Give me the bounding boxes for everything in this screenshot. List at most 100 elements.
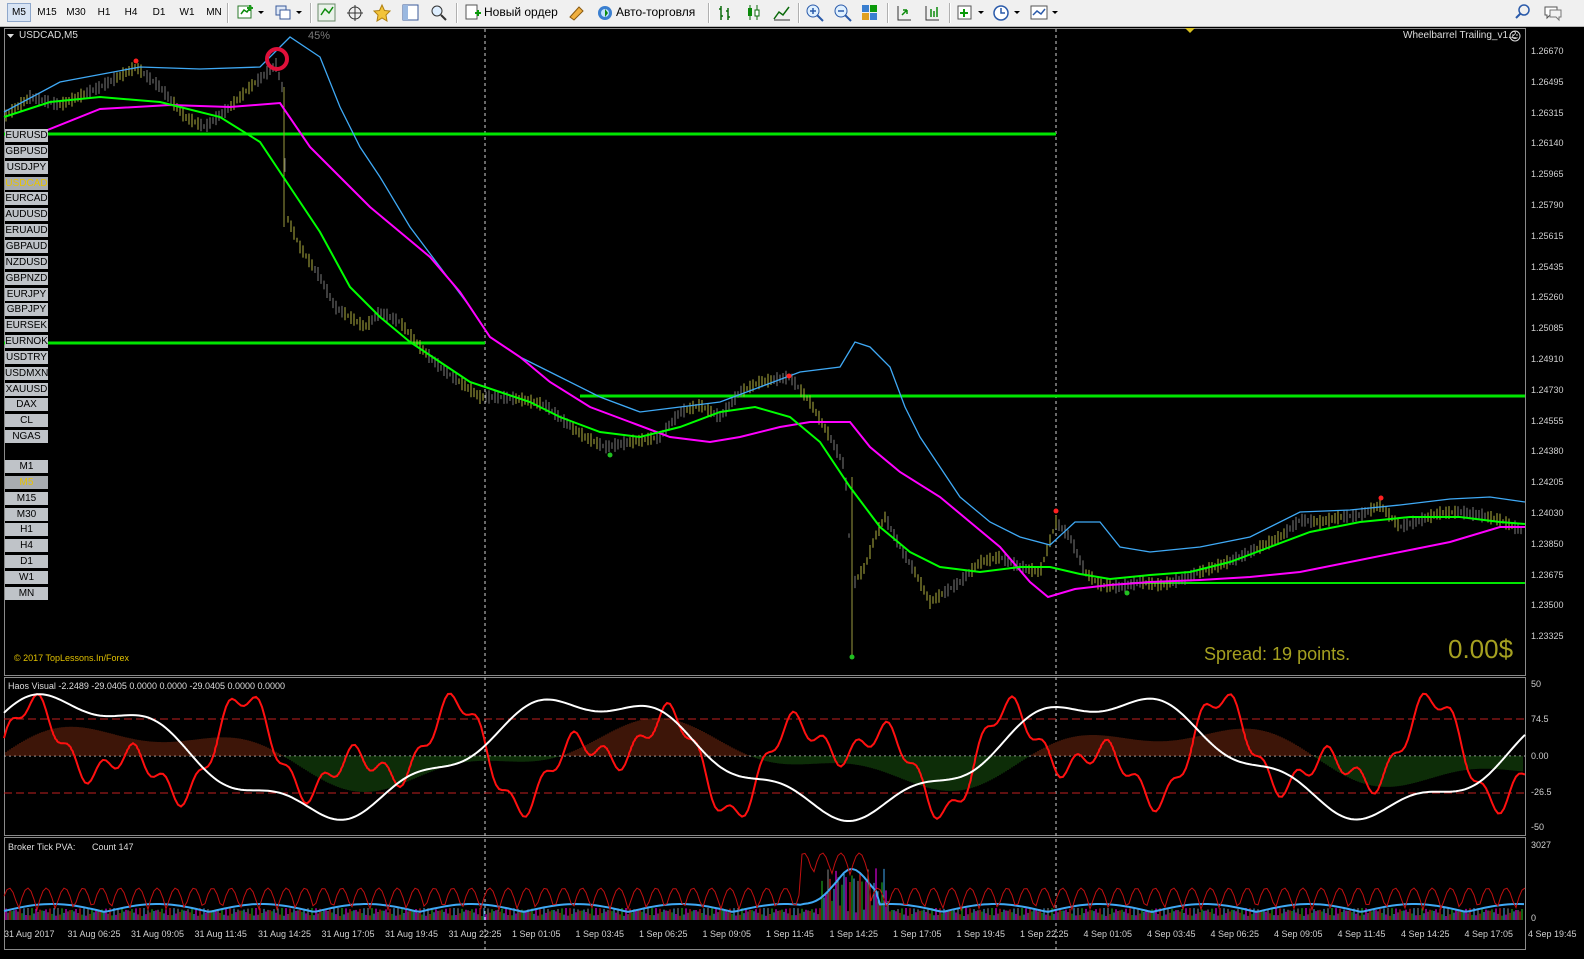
symbol-button-nzdusd[interactable]: NZDUSD [5,255,48,269]
oscillator-tick-label: -50 [1531,822,1545,832]
fractal-dot [786,373,792,379]
zoom-in-icon[interactable] [805,3,825,22]
symbol-button-audusd[interactable]: AUDUSD [5,208,48,222]
bar-chart-icon[interactable] [716,3,736,22]
channel-line [3,36,1526,553]
new-order-button[interactable]: Новый ордер [484,4,558,21]
toolbar-timeframe-mn[interactable]: MN [203,4,225,21]
indicators-icon[interactable] [956,3,986,22]
time-tick-label: 4 Sep 01:05 [1083,929,1133,939]
chart-menu-triangle-icon[interactable] [6,31,16,41]
profit-text: 0.00$ [1448,634,1514,664]
new-order-icon[interactable] [463,3,483,22]
oscillator-label: Haos Visual -2.2489 -29.0405 0.0000 0.00… [8,681,286,691]
price-tick-label: 1.25615 [1531,230,1564,241]
price-chart-canvas[interactable] [0,27,1584,959]
volume-count: Count 147 [92,842,134,852]
symbol-button-eursek[interactable]: EURSEK [5,319,48,333]
templates-icon[interactable] [1029,3,1059,22]
time-tick-label: 4 Sep 19:45 [1528,929,1577,939]
timeframe-button-w1[interactable]: W1 [5,570,48,584]
symbol-button-gbpusd[interactable]: GBPUSD [5,144,48,158]
symbol-button-usdtry[interactable]: USDTRY [5,350,48,364]
toolbar-timeframe-w1[interactable]: W1 [177,4,197,21]
chart-window[interactable]: USDCAD,M5 45% Wheelbarrel Trailing_v1.2 … [0,27,1584,959]
volume-tick-label: 3027 [1531,840,1552,850]
timeframe-button-h4[interactable]: H4 [5,539,48,553]
spread-text: Spread: 19 points. [1204,644,1351,664]
toolbar-separator [310,3,312,23]
symbol-button-eruaud[interactable]: ERUAUD [5,224,48,238]
price-tick-label: 1.25965 [1531,169,1564,180]
favorites-icon[interactable] [372,3,392,22]
symbol-button-usdjpy[interactable]: USDJPY [5,160,48,174]
main-toolbar: M5 M15 M30 H1 H4 D1 W1 MN Новый ордер Авто-торг… [0,0,1584,27]
price-tick-label: 1.24030 [1531,508,1564,518]
toolbar-timeframe-h1[interactable]: H1 [94,4,114,21]
symbol-button-usdmxn[interactable]: USDMXN [5,366,48,380]
candlestick-chart-icon[interactable] [744,3,764,22]
symbol-button-gbpnzd[interactable]: GBPNZD [5,271,48,285]
toolbar-separator [798,3,800,23]
progress-percent: 45% [308,30,331,42]
auto-scroll-icon[interactable] [922,3,942,22]
chart-shift-icon[interactable] [894,3,914,22]
symbol-button-eurcad[interactable]: EURCAD [5,192,48,206]
price-tick-label: 1.24380 [1531,446,1564,457]
copyright-text: © 2017 TopLessons.In/Forex [14,653,130,663]
tile-windows-icon[interactable] [860,3,880,22]
timeframe-button-m1[interactable]: M1 [5,460,48,473]
toolbar-timeframe-m30[interactable]: M30 [62,4,90,21]
toolbar-timeframe-m5[interactable]: M5 [7,3,31,22]
expert-advisor-label: Wheelbarrel Trailing_v1.2 [1403,30,1517,41]
toolbar-timeframe-m15[interactable]: M15 [34,4,60,21]
fractal-dot [133,58,139,64]
toolbar-separator [949,3,951,23]
toolbar-separator [456,3,458,23]
price-tick-label: 1.23850 [1531,538,1564,549]
symbol-button-xauusd[interactable]: XAUUSD [5,382,48,396]
symbol-button-ngas[interactable]: NGAS [5,430,48,444]
time-tick-label: 31 Aug 11:45 [194,929,247,939]
time-tick-label: 31 Aug 06:25 [67,929,121,939]
timeframe-button-m30[interactable]: M30 [5,507,48,521]
price-tick-label: 1.24205 [1531,477,1564,488]
symbol-button-eurusd[interactable]: EURUSD [5,129,48,142]
time-tick-label: 1 Sep 09:05 [702,929,752,939]
price-tick-label: 1.26670 [1531,46,1564,56]
crosshair-navigator-icon[interactable] [345,3,365,22]
market-watch-icon[interactable] [317,3,337,22]
time-tick-label: 31 Aug 17:05 [321,929,375,939]
toolbar-timeframe-h4[interactable]: H4 [120,4,142,21]
timeframe-button-d1[interactable]: D1 [5,555,48,569]
symbol-button-dax[interactable]: DAX [5,398,48,412]
profiles-icon[interactable] [274,3,304,22]
symbol-button-eurnok[interactable]: EURNOK [5,335,48,349]
symbol-button-cl[interactable]: CL [5,414,48,428]
price-tick-label: 1.24555 [1531,415,1564,426]
symbol-button-usdcad[interactable]: USDCAD [5,176,48,190]
line-chart-icon[interactable] [772,3,792,22]
zoom-out-icon[interactable] [833,3,853,22]
metaeditor-icon[interactable] [567,3,587,22]
timeframe-button-h1[interactable]: H1 [5,523,48,537]
periods-clock-icon[interactable] [992,3,1022,22]
symbol-button-gbpjpy[interactable]: GBPJPY [5,303,48,317]
new-chart-icon[interactable] [236,3,266,22]
fast-ma-line [3,95,1526,581]
symbol-button-gbpaud[interactable]: GBPAUD [5,239,48,253]
timeframe-button-m15[interactable]: M15 [5,491,48,505]
timeframe-button-m5[interactable]: M5 [5,475,48,489]
symbol-button-eurjpy[interactable]: EURJPY [5,287,48,301]
auto-trading-icon[interactable] [595,3,615,22]
chat-icon[interactable] [1542,3,1564,22]
auto-trading-button[interactable]: Авто-торговля [616,4,695,21]
volume-tick-label: 0 [1531,913,1537,923]
toolbar-timeframe-d1[interactable]: D1 [149,4,169,21]
terminal-window-icon[interactable] [401,3,421,22]
strategy-tester-icon[interactable] [429,3,449,22]
volume-label: Broker Tick PVA: [8,842,76,852]
shift-marker-icon[interactable] [1184,27,1196,35]
search-icon[interactable] [1514,3,1534,22]
timeframe-button-mn[interactable]: MN [5,586,48,600]
